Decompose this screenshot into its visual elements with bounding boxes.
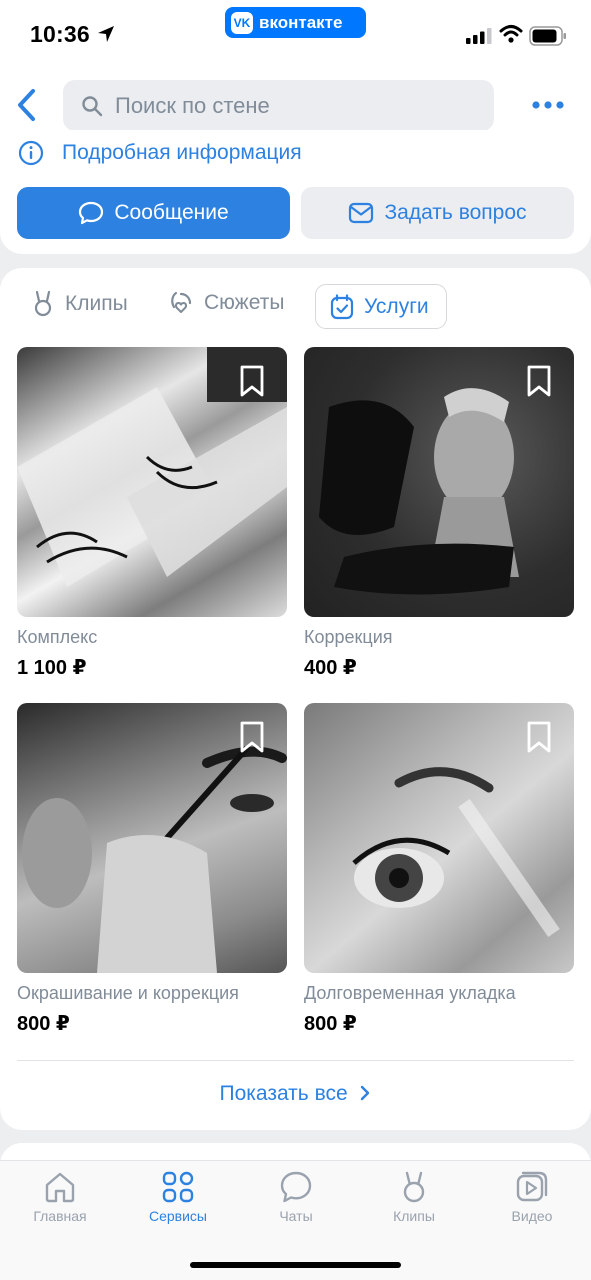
more-options-icon[interactable] [531,96,565,114]
service-name: Окрашивание и коррекция [17,983,239,1003]
nav-services-label: Сервисы [148,1208,207,1224]
bookmark-icon[interactable] [524,364,554,398]
vk-badge-label: вконтакте [259,12,343,32]
tab-clips[interactable]: Клипы [31,290,128,318]
service-price: 400 ₽ [304,657,357,679]
tab-clips-label: Клипы [65,292,128,315]
bookmark-icon[interactable] [524,720,554,754]
wall-search-input[interactable]: Поиск по стене [63,80,494,131]
service-price: 1 100 ₽ [17,657,87,679]
bookmark-icon[interactable] [237,720,267,754]
chat-bubble-icon [79,201,104,225]
vk-logo-icon: VK [231,11,253,34]
calendar-check-icon [330,293,354,319]
back-chevron-icon[interactable] [14,88,40,122]
search-placeholder: Поиск по стене [115,92,270,118]
battery-icon [529,26,566,46]
tab-services[interactable]: Услуги [315,284,447,329]
tab-stories-label: Сюжеты [204,291,285,314]
bookmark-icon[interactable] [237,364,267,398]
service-name: Долговременная укладка [304,983,516,1003]
service-price: 800 ₽ [304,1013,357,1035]
service-name: Коррекция [304,627,393,647]
home-icon [45,1172,75,1203]
location-arrow-icon [98,26,114,42]
chat-icon [280,1171,312,1203]
clips-icon [34,290,52,317]
status-time: 10:36 [30,21,90,47]
detailed-info-label: Подробная информация [62,141,302,164]
cellular-signal-icon [466,28,492,44]
vk-app-badge[interactable]: VK вконтакте [225,7,366,38]
show-all-link[interactable]: Показать все [0,1082,591,1106]
stories-icon [171,291,192,313]
nav-video[interactable]: Видео [477,1170,587,1224]
nav-chats[interactable]: Чаты [241,1170,351,1224]
nav-clips[interactable]: Клипы [359,1170,469,1224]
envelope-icon [349,202,374,224]
tab-stories[interactable]: Сюжеты [168,290,284,316]
nav-services[interactable]: Сервисы [123,1170,233,1224]
wifi-icon [499,25,523,43]
chevron-right-icon [360,1085,369,1101]
service-price: 800 ₽ [17,1013,70,1035]
services-grid-icon [162,1171,194,1203]
nav-clips-label: Клипы [393,1208,435,1224]
info-icon [18,140,44,166]
show-all-label: Показать все [219,1082,348,1105]
nav-chats-label: Чаты [279,1208,313,1224]
message-button[interactable]: Сообщение [17,187,290,239]
ask-question-label: Задать вопрос [384,201,527,224]
video-icon [516,1171,548,1202]
ask-question-button[interactable]: Задать вопрос [301,187,574,239]
divider [17,1060,574,1061]
nav-home[interactable]: Главная [5,1170,115,1224]
clips-icon [403,1171,425,1203]
home-indicator [190,1262,401,1268]
nav-home-label: Главная [33,1208,87,1224]
service-name: Комплекс [17,627,98,647]
search-icon [82,95,103,116]
detailed-info-link[interactable]: Подробная информация [18,140,302,166]
nav-video-label: Видео [511,1208,553,1224]
tab-services-label: Услуги [364,294,429,318]
message-button-label: Сообщение [114,201,229,224]
